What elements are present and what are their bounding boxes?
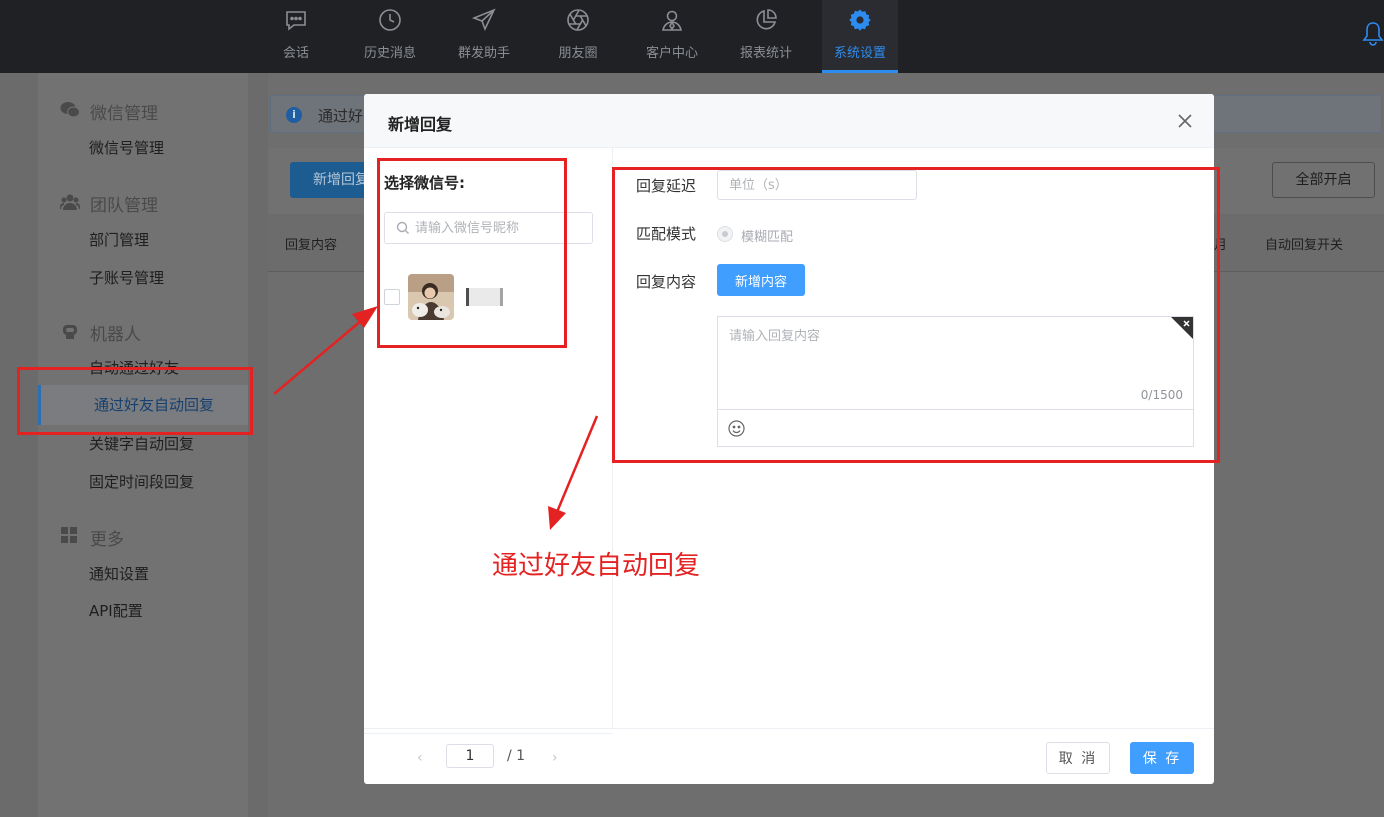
nav-item-customers[interactable]: 客户中心 (634, 0, 710, 73)
sidebar-item-sub-accounts[interactable]: 子账号管理 (89, 267, 164, 288)
sidebar-group-label: 微信管理 (90, 104, 158, 124)
sidebar-item-timed-reply[interactable]: 固定时间段回复 (89, 471, 194, 492)
user-icon (662, 10, 682, 31)
nav-label: 客户中心 (645, 46, 698, 61)
nav-label: 群发助手 (457, 46, 510, 61)
column-header-switch: 自动回复开关 (1265, 238, 1344, 253)
pie-chart-icon (756, 9, 777, 30)
annotation-highlight-form (612, 167, 1220, 463)
info-alert-text: 通过好 (318, 107, 364, 125)
aperture-icon (567, 9, 589, 31)
paper-plane-icon (472, 8, 496, 32)
nav-item-broadcast[interactable]: 群发助手 (446, 0, 522, 73)
sidebar-item-keyword-reply[interactable]: 关键字自动回复 (89, 433, 194, 454)
new-reply-button[interactable]: 新增回复 (290, 162, 372, 198)
nav-label: 报表统计 (739, 46, 792, 61)
cancel-button[interactable]: 取 消 (1046, 742, 1110, 774)
sidebar-group-label: 机器人 (90, 325, 141, 345)
sidebar-group-label: 更多 (90, 530, 124, 550)
sidebar-item-departments[interactable]: 部门管理 (89, 229, 149, 250)
sidebar-item-notifications[interactable]: 通知设置 (89, 563, 149, 584)
annotation-highlight-sidebar (17, 367, 253, 435)
nav-label: 系统设置 (833, 46, 886, 61)
column-header-content: 回复内容 (285, 238, 338, 253)
dialog-title: 新增回复 (388, 115, 453, 134)
robot-icon (63, 325, 77, 339)
gear-icon (849, 9, 871, 31)
wechat-icon (60, 102, 80, 118)
sidebar-item-wechat-accounts[interactable]: 微信号管理 (89, 137, 164, 158)
close-icon[interactable] (1177, 113, 1193, 129)
save-button[interactable]: 保 存 (1130, 742, 1194, 774)
nav-label: 历史消息 (363, 46, 416, 61)
team-icon (60, 194, 80, 210)
chat-icon (286, 11, 306, 31)
enable-all-button[interactable]: 全部开启 (1272, 162, 1375, 198)
nav-label: 会话 (282, 46, 309, 61)
nav-item-settings[interactable]: 系统设置 (822, 0, 898, 73)
sidebar: 微信管理 微信号管理 团队管理 部门管理 子账号管理 机器人 自动通过好友 通过… (38, 73, 248, 817)
nav-item-history[interactable]: 历史消息 (352, 0, 428, 73)
nav-item-reports[interactable]: 报表统计 (728, 0, 804, 73)
nav-item-moments[interactable]: 朋友圈 (540, 0, 616, 73)
bell-icon[interactable] (1362, 20, 1384, 46)
nav-label: 朋友圈 (558, 46, 598, 61)
top-navigation-bar: 会话 历史消息 群发助手 朋友圈 客户中心 报表统计 系统设置 (0, 0, 1384, 73)
dialog-footer: 取 消 保 存 (364, 728, 1214, 784)
info-icon: i (286, 107, 302, 123)
sidebar-item-api-config[interactable]: API配置 (89, 600, 143, 621)
annotation-label: 通过好友自动回复 (492, 551, 701, 581)
nav-item-chat[interactable]: 会话 (258, 0, 334, 73)
grid-icon (61, 527, 77, 543)
sidebar-group-label: 团队管理 (90, 196, 158, 216)
annotation-highlight-account (377, 158, 567, 348)
clock-icon (379, 9, 401, 31)
dialog-header: 新增回复 (364, 94, 1214, 148)
